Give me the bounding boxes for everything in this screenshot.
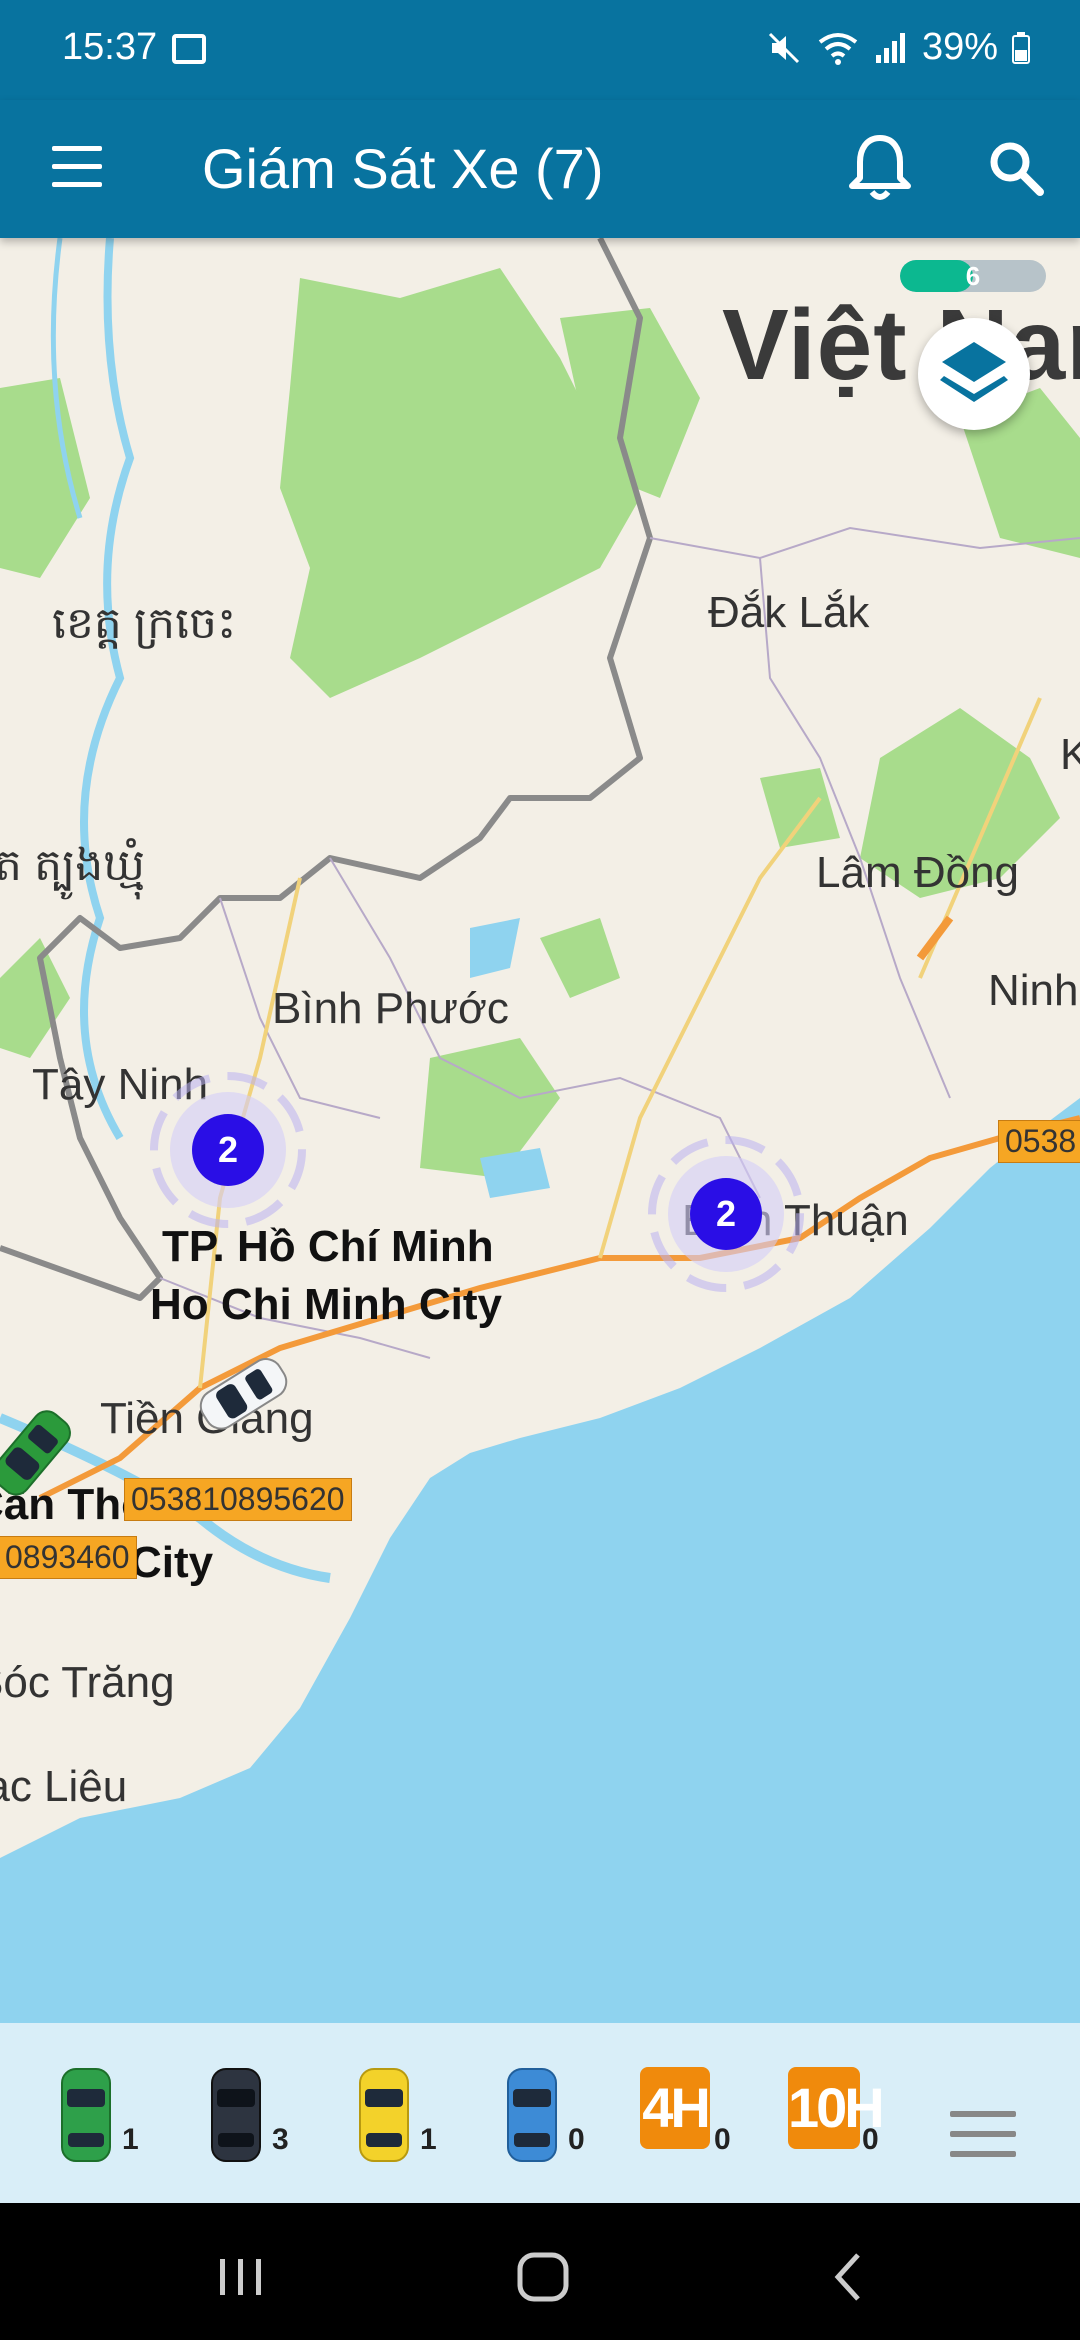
river xyxy=(80,238,135,1141)
map-layers-button[interactable] xyxy=(918,318,1030,430)
back-button[interactable] xyxy=(820,2249,880,2305)
badge-4h: 4H xyxy=(640,2067,711,2149)
forest-area xyxy=(0,378,90,578)
battery-percent: 39% xyxy=(921,26,998,68)
mute-icon xyxy=(768,32,799,63)
map-label-city: City xyxy=(130,1538,214,1587)
wifi-icon xyxy=(818,32,858,65)
status-filter-running[interactable]: 1 xyxy=(58,2067,158,2177)
status-count: 0 xyxy=(714,2123,731,2156)
map-label-khmer-1: ខេត្ត ក្រចេះ xyxy=(52,599,237,648)
bell-icon xyxy=(849,135,911,200)
status-filter-parked[interactable]: 0 xyxy=(504,2067,604,2177)
black-car-icon xyxy=(211,2068,261,2162)
vehicle-status-bar: 1 3 1 0 4H 0 10H 0 xyxy=(0,2023,1080,2203)
vehicle-plate[interactable]: 0893460 xyxy=(0,1536,137,1579)
status-bar: 15:37 39% xyxy=(0,0,1080,100)
loading-progress: 6 xyxy=(900,260,1046,292)
cluster-count: 2 xyxy=(192,1114,264,1186)
page-title: Giám Sát Xe (7) xyxy=(202,137,604,200)
layers-icon xyxy=(940,342,1008,402)
battery-icon xyxy=(1012,31,1030,64)
status-count: 3 xyxy=(272,2123,289,2156)
status-icons: 39% xyxy=(766,26,1030,69)
status-filter-lost-signal[interactable]: 3 xyxy=(208,2067,308,2177)
search-button[interactable] xyxy=(978,128,1054,208)
gallery-icon xyxy=(172,34,206,64)
home-button[interactable] xyxy=(514,2249,574,2305)
map-label-k: K xyxy=(1060,730,1080,779)
legend-menu-button[interactable] xyxy=(950,2111,1016,2157)
search-icon xyxy=(990,142,1044,196)
vehicle-plate[interactable]: 053810895620 xyxy=(124,1478,352,1521)
lake xyxy=(470,918,520,978)
map-label-lam-dong: Lâm Đồng xyxy=(816,848,1020,897)
yellow-car-icon xyxy=(359,2068,409,2162)
notification-button[interactable] xyxy=(842,128,918,208)
status-filter-4h[interactable]: 4H 0 xyxy=(640,2067,740,2177)
loading-progress-label: 6 xyxy=(965,261,981,291)
vehicle-cluster[interactable]: 2 xyxy=(646,1134,806,1294)
status-filter-10h[interactable]: 10H 0 xyxy=(788,2067,888,2177)
status-count: 0 xyxy=(568,2123,585,2156)
forest-area xyxy=(0,938,70,1058)
recent-apps-button[interactable] xyxy=(212,2253,272,2303)
forest-area xyxy=(540,918,620,998)
vehicle-cluster[interactable]: 2 xyxy=(148,1070,308,1230)
menu-button[interactable] xyxy=(48,140,110,196)
status-count: 0 xyxy=(862,2123,879,2156)
vehicle-marker-green[interactable] xyxy=(0,1398,80,1508)
badge-10h: 10H xyxy=(788,2067,885,2149)
blue-car-icon xyxy=(507,2068,557,2162)
map-label-khmer-2: ត ត្បូងឃ្មុំ xyxy=(0,841,146,890)
vehicle-plate[interactable]: 0538 xyxy=(998,1120,1080,1163)
status-filter-stopped[interactable]: 1 xyxy=(356,2067,456,2177)
signal-icon xyxy=(875,32,905,63)
map-label-soc-trang: Sóc Trăng xyxy=(0,1658,175,1707)
map-label-hcm-en: Ho Chi Minh City xyxy=(150,1280,502,1329)
map-label-bac-lieu: Bạc Liêu xyxy=(0,1762,128,1811)
status-time: 15:37 xyxy=(62,26,158,68)
green-car-icon xyxy=(61,2068,111,2162)
map-label-binh-phuoc: Bình Phước xyxy=(272,984,509,1033)
system-nav-bar xyxy=(0,2203,1080,2340)
map-view[interactable]: Việt Nam Đắk Lắk Lâm Đồng Bình Phước Tây… xyxy=(0,238,1080,2023)
vehicle-marker-white[interactable] xyxy=(188,1348,298,1438)
road-segment xyxy=(916,915,954,961)
status-count: 1 xyxy=(420,2123,437,2156)
map-label-dak-lak: Đắk Lắk xyxy=(708,588,870,637)
app-bar: Giám Sát Xe (7) xyxy=(0,100,1080,238)
status-count: 1 xyxy=(122,2123,139,2156)
map-label-ninh: Ninh xyxy=(988,966,1079,1015)
cluster-count: 2 xyxy=(690,1178,762,1250)
